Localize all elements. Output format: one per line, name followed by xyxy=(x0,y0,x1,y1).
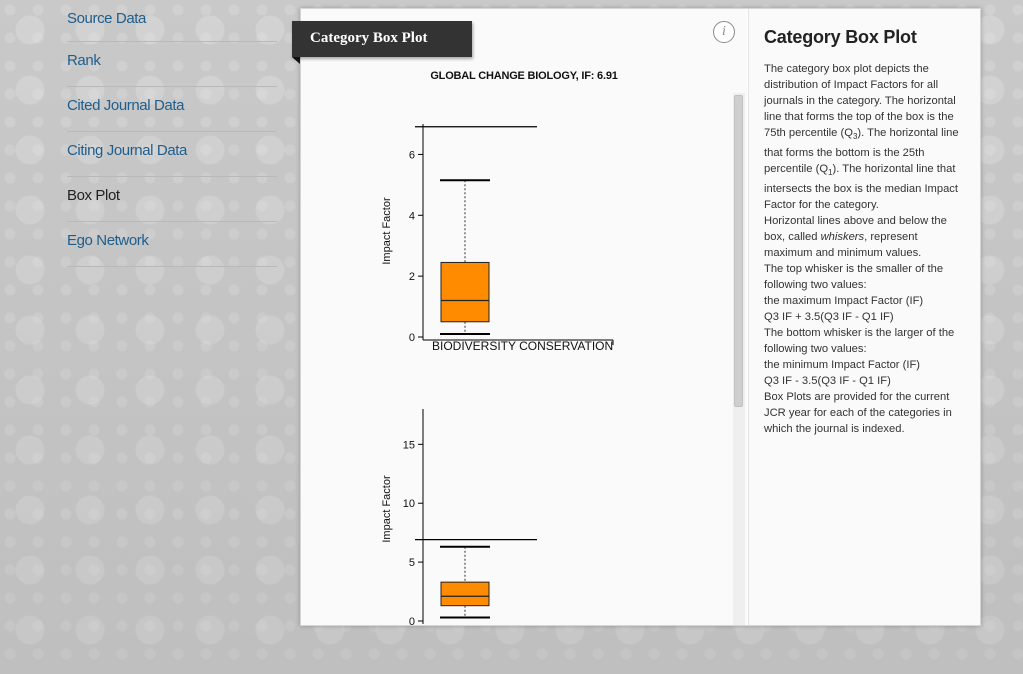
vertical-scrollbar[interactable] xyxy=(733,93,745,625)
nav-item-cited-journal-data[interactable]: Cited Journal Data xyxy=(67,87,277,132)
description-formula-top: Q3 IF + 3.5(Q3 IF - Q1 IF) xyxy=(764,311,894,324)
chart2-y-axis-label: Impact Factor xyxy=(381,475,393,543)
chart2-box xyxy=(440,581,490,607)
chart1-y-axis-label: Impact Factor xyxy=(381,197,393,265)
nav-item-source-data[interactable]: Source Data xyxy=(67,0,277,42)
description-min-if: the minimum Impact Factor (IF) xyxy=(764,359,921,372)
plot-area: GLOBAL CHANGE BIOLOGY, IF: 6.91 i 0 2 4 6 Im… xyxy=(301,9,747,625)
description-title: Category Box Plot xyxy=(764,27,917,47)
chart1-y-tick-label: 0 xyxy=(409,332,415,344)
nav-item-rank[interactable]: Rank xyxy=(67,42,277,87)
chart1-category-label: BIODIVERSITY CONSERVATION xyxy=(432,339,613,353)
ribbon-fold xyxy=(292,57,300,64)
chart1-box xyxy=(440,261,490,323)
description-paragraph-whiskers: Horizontal lines above and below the box… xyxy=(764,215,947,260)
panel-ribbon-title: Category Box Plot xyxy=(292,21,472,57)
description-formula-bottom: Q3 IF - 3.5(Q3 IF - Q1 IF) xyxy=(764,375,891,388)
chart1-y-tick-label: 2 xyxy=(409,271,415,283)
box-plot-chart: 0 2 4 6 Impact Factor BIODIVERSITY CONSERVATI… xyxy=(381,124,614,625)
description-top-whisker: The top whisker is the smaller of the fo… xyxy=(764,263,944,292)
nav-item-citing-journal-data[interactable]: Citing Journal Data xyxy=(67,132,277,177)
description-body: The category box plot depicts the distri… xyxy=(764,61,968,437)
description-panel: Category Box Plot The category box plot … xyxy=(748,9,980,625)
description-max-if: the maximum Impact Factor (IF) xyxy=(764,295,924,308)
description-footer: Box Plots are provided for the current J… xyxy=(764,391,952,436)
description-paragraph-quartiles: The category box plot depicts the distri… xyxy=(764,63,959,212)
chart2-y-tick-label: 10 xyxy=(403,498,415,510)
chart2-y-tick-label: 0 xyxy=(409,616,415,625)
nav-item-box-plot[interactable]: Box Plot xyxy=(67,177,277,222)
chart1-y-tick-label: 6 xyxy=(409,149,415,161)
chart1-y-tick-label: 4 xyxy=(409,210,415,222)
chart2-y-tick-label: 15 xyxy=(403,439,415,451)
box-plot-panel: GLOBAL CHANGE BIOLOGY, IF: 6.91 i 0 2 4 6 Im… xyxy=(300,8,981,626)
nav-item-ego-network[interactable]: Ego Network xyxy=(67,222,277,267)
chart2-y-tick-label: 5 xyxy=(409,557,415,569)
scrollbar-thumb[interactable] xyxy=(734,95,743,407)
description-bottom-whisker: The bottom whisker is the larger of the … xyxy=(764,327,955,356)
side-nav: Source Data Rank Cited Journal Data Citi… xyxy=(67,0,277,267)
